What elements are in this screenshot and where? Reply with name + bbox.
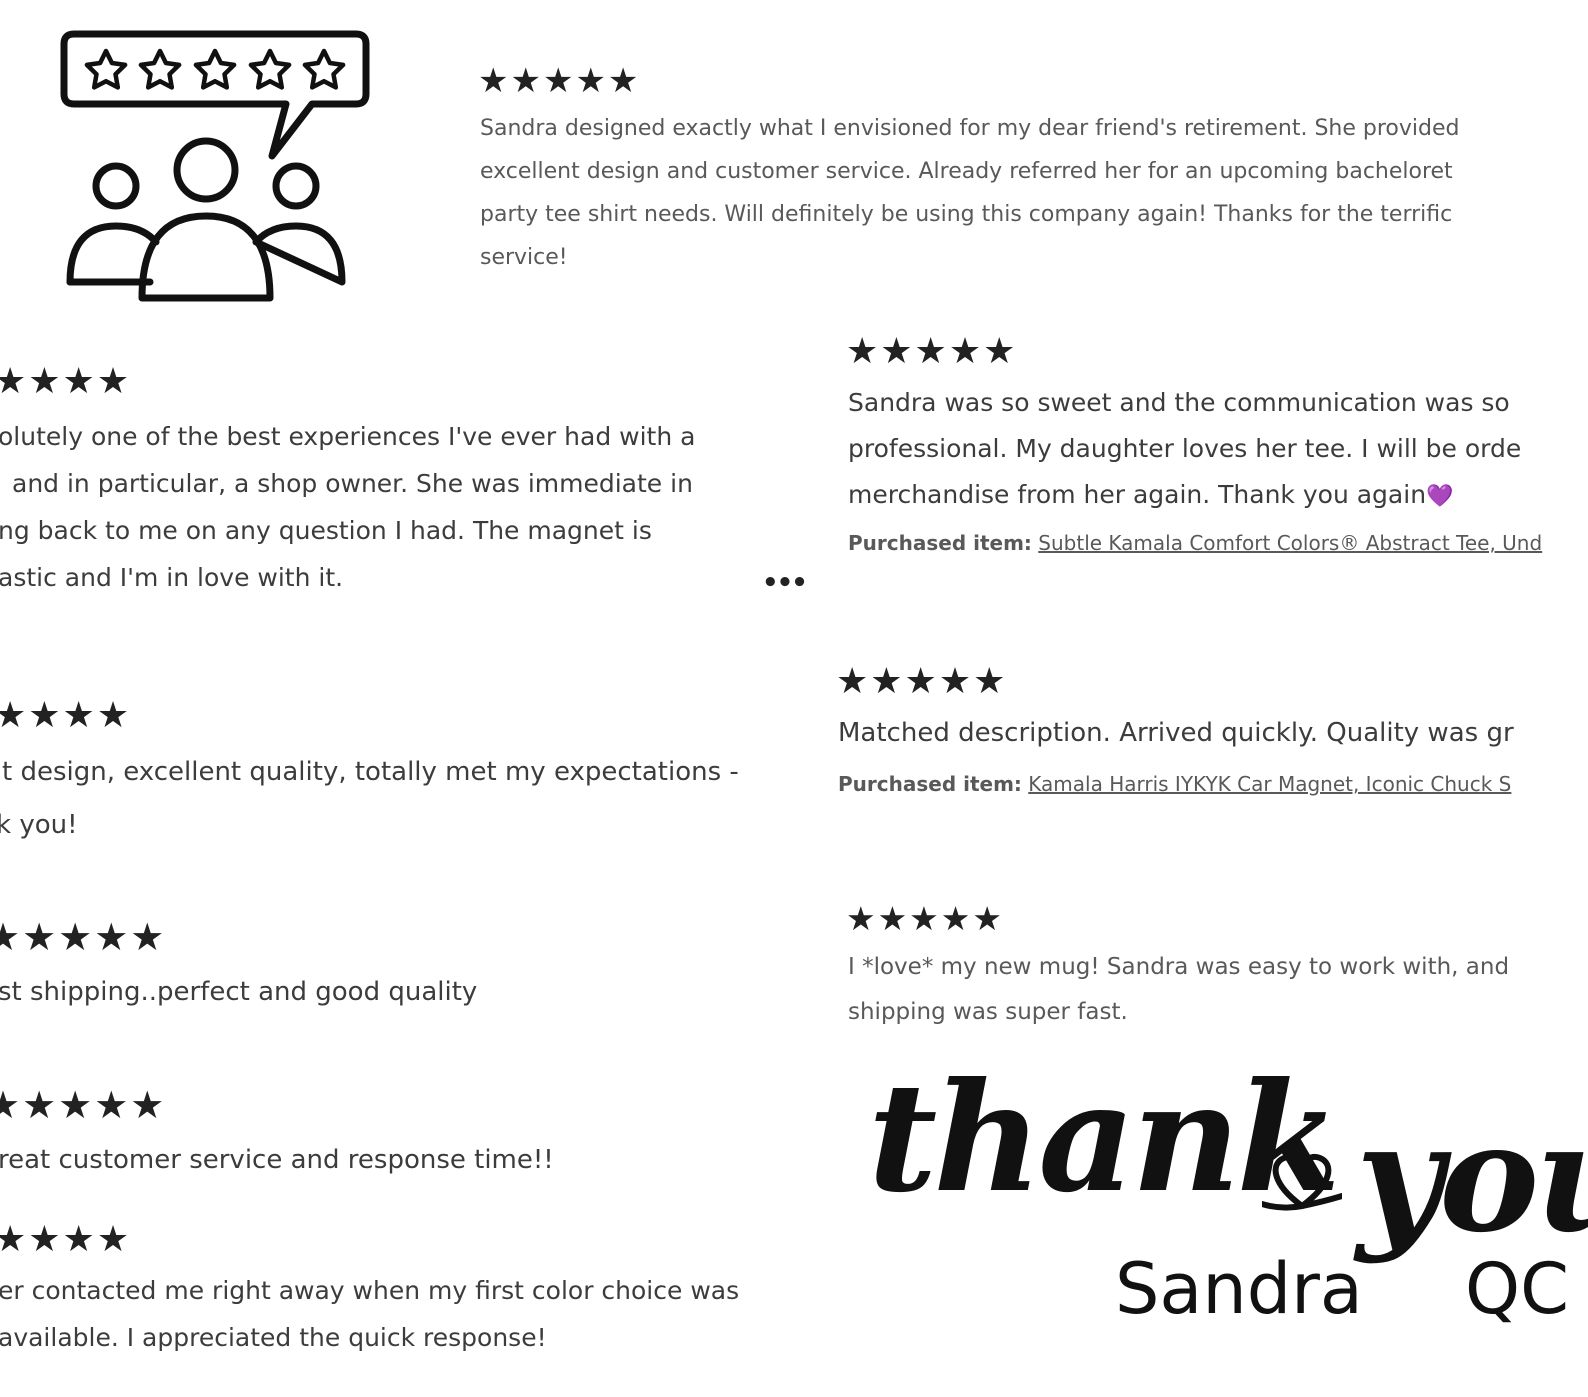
star-rating: ★★★★★	[0, 915, 167, 959]
review-text-line: merchandise from her again. Thank you ag…	[848, 480, 1453, 509]
review-text-line: reat customer service and response time!…	[0, 1145, 554, 1175]
purchased-item-link[interactable]: Subtle Kamala Comfort Colors® Abstract T…	[1038, 531, 1542, 555]
star-rating: ★★★★★	[478, 61, 641, 101]
review-text-line: t design, excellent quality, totally met…	[2, 757, 739, 787]
star-outline-icon	[138, 48, 182, 90]
purchased-item-link[interactable]: Kamala Harris IYKYK Car Magnet, Iconic C…	[1028, 772, 1511, 796]
star-rating: ★★★★	[0, 1219, 132, 1260]
review-text-line: ng back to me on any question I had. The…	[0, 516, 652, 545]
star-rating: ★★★★★	[836, 661, 1008, 702]
review-text-line: excellent design and customer service. A…	[480, 159, 1453, 184]
you-word: you	[1356, 1090, 1588, 1266]
review-text-line: Matched description. Arrived quickly. Qu…	[838, 718, 1514, 748]
purchased-item-label: Purchased item:	[848, 531, 1032, 555]
review-text-line: available. I appreciated the quick respo…	[0, 1323, 547, 1352]
review-text: merchandise from her again. Thank you ag…	[848, 480, 1427, 509]
review-text-line: st shipping..perfect and good quality	[0, 977, 478, 1007]
star-rating: ★★★★★	[846, 331, 1018, 372]
review-text-line: astic and I'm in love with it.	[0, 563, 344, 592]
signoff-name: Sandra	[1115, 1248, 1363, 1330]
review-text-line: Sandra was so sweet and the communicatio…	[848, 388, 1510, 417]
signoff-initials: QC	[1465, 1248, 1569, 1330]
review-text-line: service!	[480, 245, 568, 270]
star-outline-icon	[193, 48, 237, 90]
star-outline-icon	[248, 48, 292, 90]
reviews-illustration	[60, 30, 370, 302]
review-text-line: shipping was super fast.	[848, 999, 1128, 1025]
star-rating: ★★★★★	[0, 1083, 167, 1127]
review-text-line: k you!	[0, 810, 78, 840]
star-outline-icon	[84, 48, 128, 90]
review-text-line: Sandra designed exactly what I envisione…	[480, 116, 1460, 141]
purchased-item: Purchased item: Kamala Harris IYKYK Car …	[838, 772, 1511, 796]
purchased-item-label: Purchased item:	[838, 772, 1022, 796]
review-text-line: olutely one of the best experiences I've…	[0, 422, 696, 451]
star-rating: ★★★★★	[846, 899, 1004, 938]
heart-outline-icon	[1259, 1154, 1345, 1211]
purple-heart-icon: 💜	[1426, 484, 1454, 509]
review-text-line: party tee shirt needs. Will definitely b…	[480, 202, 1453, 227]
you-script: you	[1356, 1090, 1588, 1266]
customer-reviews-icon	[60, 28, 380, 308]
purchased-item: Purchased item: Subtle Kamala Comfort Co…	[848, 531, 1542, 555]
star-rating: ★★★★	[0, 361, 132, 402]
review-text-line: professional. My daughter loves her tee.…	[848, 434, 1522, 463]
star-outline-icon	[302, 48, 346, 90]
star-rating: ★★★★	[0, 695, 132, 736]
review-text-line: er contacted me right away when my first…	[0, 1276, 740, 1305]
review-text-line: and in particular, a shop owner. She was…	[12, 469, 693, 498]
review-text-line: I *love* my new mug! Sandra was easy to …	[848, 954, 1510, 980]
more-options-button[interactable]: •••	[762, 568, 808, 598]
heart-icon	[1259, 1140, 1345, 1220]
